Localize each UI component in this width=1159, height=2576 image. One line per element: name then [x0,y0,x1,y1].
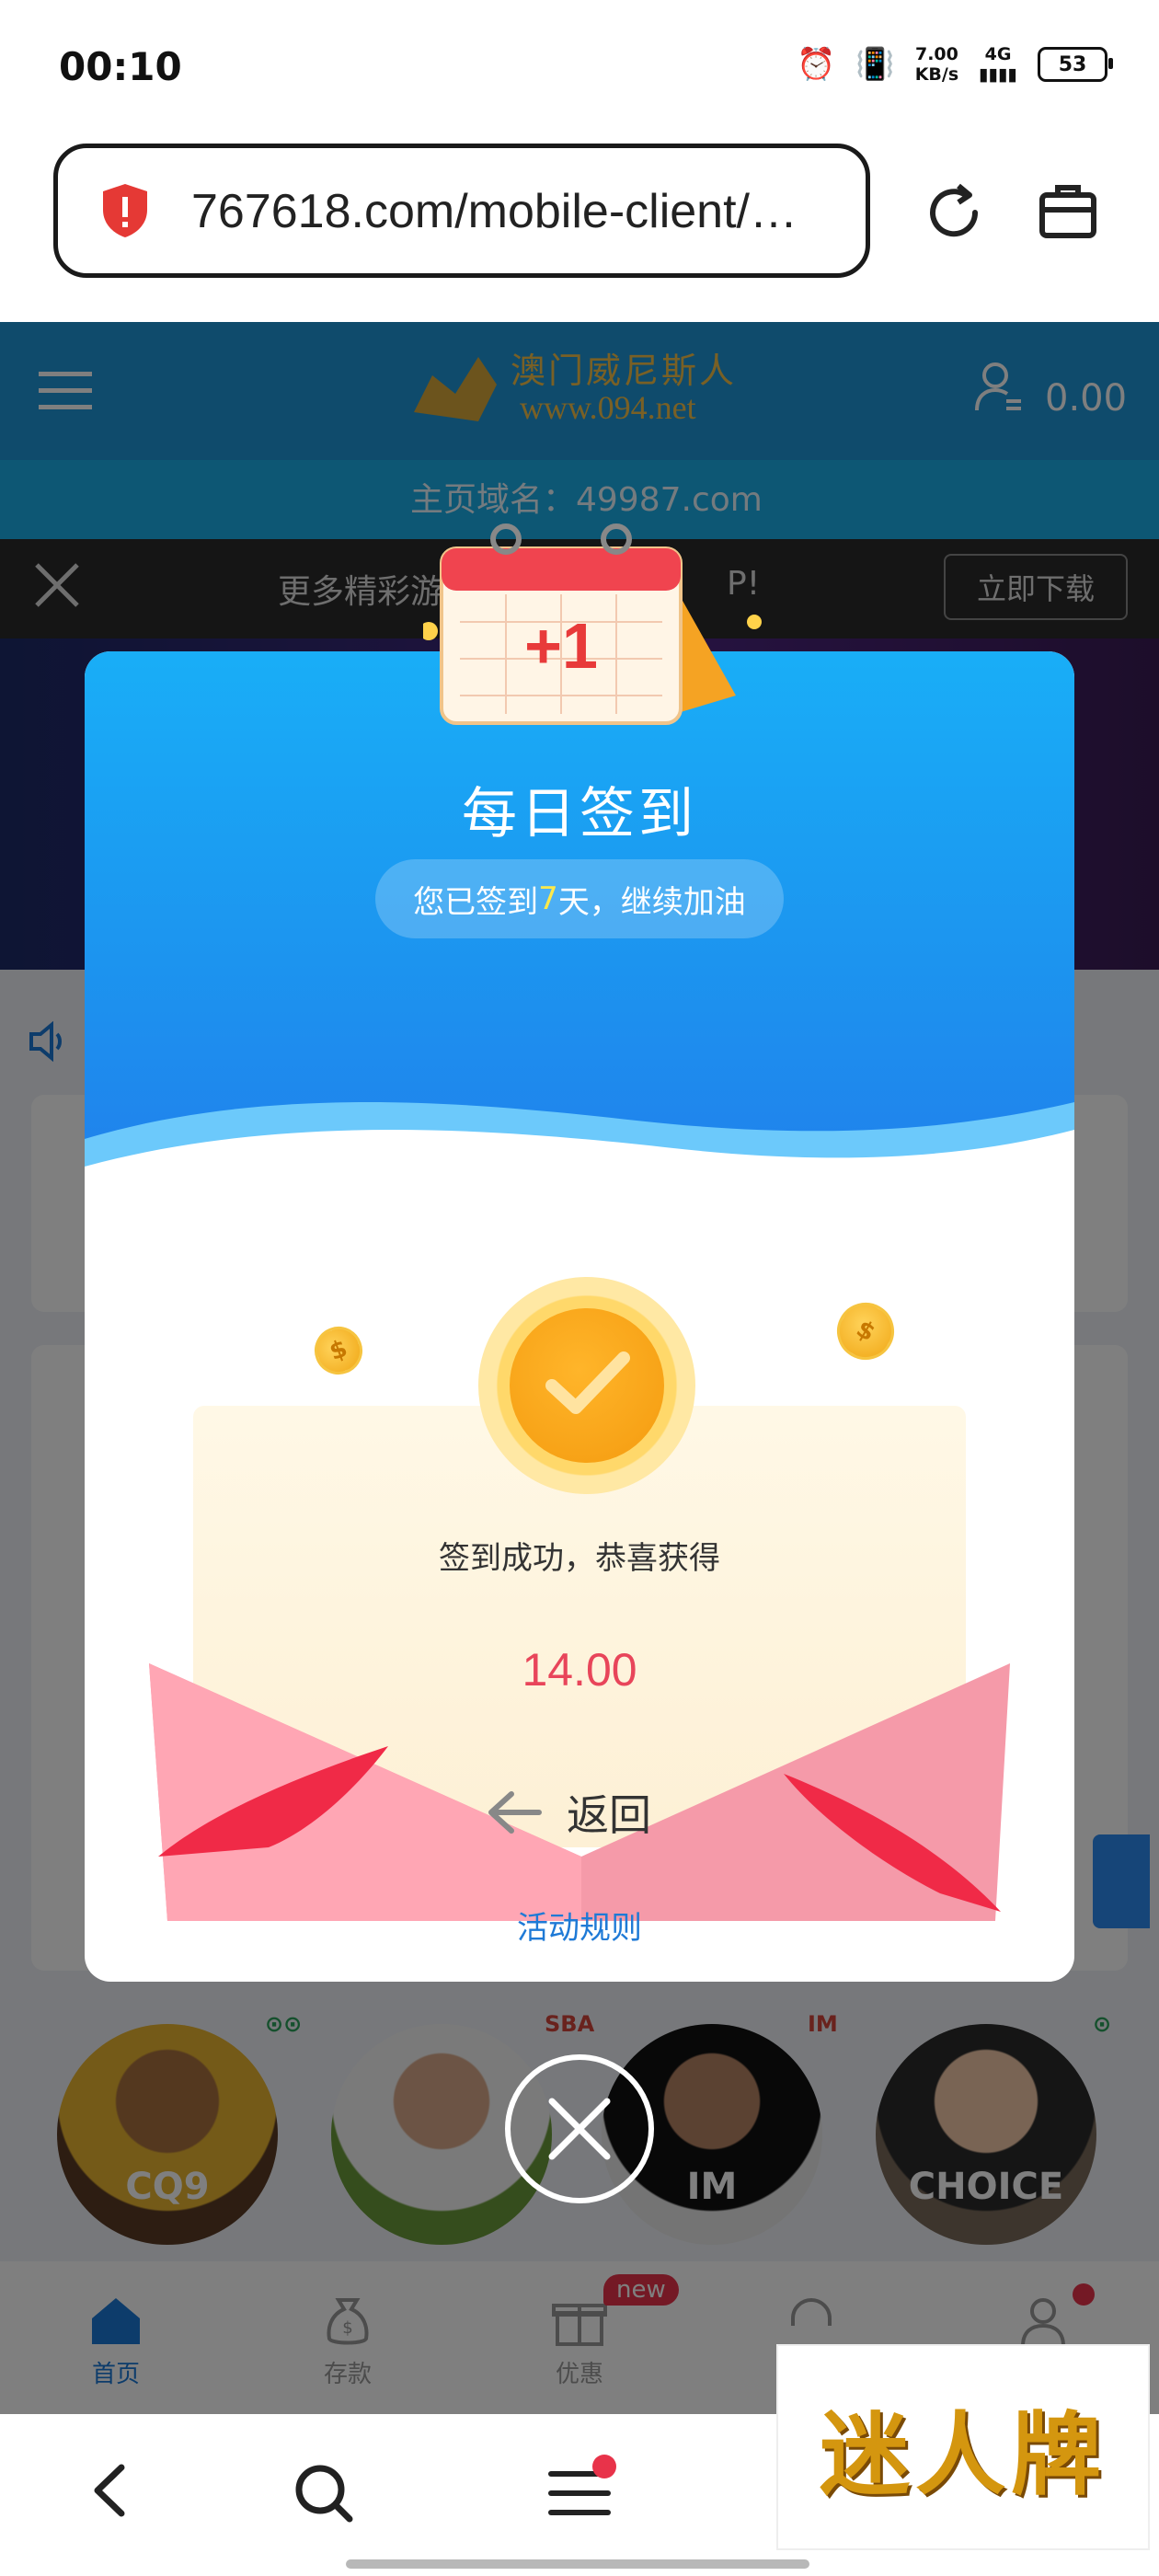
streak-days: 7 [538,880,558,917]
back-button[interactable]: 返回 [484,1777,686,1847]
battery-icon: 53 [1038,47,1113,82]
coin-icon: $ [307,1319,370,1382]
modal-wave [85,1102,1074,1213]
checkmark-icon [545,1351,630,1414]
status-time: 00:10 [59,44,182,89]
url-text[interactable]: 767618.com/mobile-client/… [191,184,798,239]
gesture-bar[interactable] [346,2559,809,2569]
activity-rules-link[interactable]: 活动规则 [85,1903,1074,1948]
coin-icon: $ [826,1292,905,1371]
notification-dot [592,2455,616,2478]
status-icons: ⏰ 📳 7.00 KB/s 4G ▮▮▮▮ 53 [797,44,1113,85]
checkin-streak-pill: 您已签到 7 天，继续加油 [375,859,784,938]
modal-title: 每日签到 [462,782,697,846]
reload-icon[interactable] [922,180,986,245]
shield-warning-icon[interactable] [101,182,149,239]
search-icon[interactable] [293,2462,355,2524]
toolbox-icon[interactable] [1038,180,1098,241]
signal-icon: 4G ▮▮▮▮ [979,44,1017,85]
alarm-icon: ⏰ [797,46,836,83]
arrow-left-icon [488,1791,542,1834]
close-modal-icon[interactable] [502,2052,657,2206]
daily-checkin-modal: 每日签到 您已签到 7 天，继续加油 $ $ 签到成功，恭喜获得 14.00 返回 … [85,651,1074,1982]
network-speed: 7.00 KB/s [914,44,959,85]
calendar-plus-one-icon: +1 [423,523,762,725]
back-arrow-icon[interactable] [88,2462,134,2519]
watermark-logo: 迷人牌 [776,2344,1150,2550]
calendar-badge-text: +1 [524,610,598,682]
success-text: 签到成功，恭喜获得 [439,1540,720,1577]
vibrate-icon: 📳 [855,46,895,83]
